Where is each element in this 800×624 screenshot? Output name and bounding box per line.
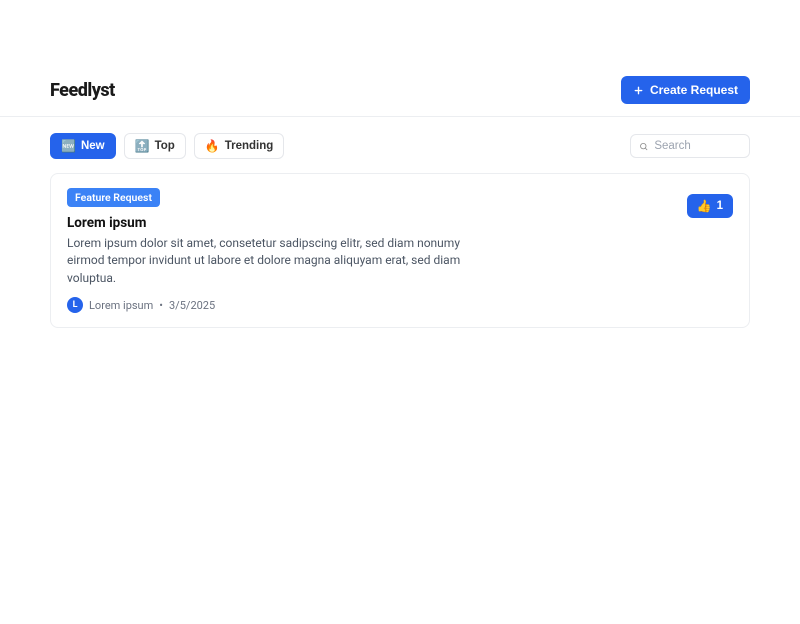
tab-top-label: Top (155, 140, 175, 152)
author-name: Lorem ipsum (89, 299, 153, 312)
card-meta: L Lorem ipsum • 3/5/2025 (67, 297, 671, 313)
search-box[interactable] (630, 134, 750, 158)
tab-new[interactable]: 🆕 New (50, 133, 116, 159)
upvote-count: 1 (717, 200, 723, 212)
tab-trending[interactable]: 🔥 Trending (194, 133, 285, 159)
avatar: L (67, 297, 83, 313)
card-main: Feature Request Lorem ipsum Lorem ipsum … (67, 188, 671, 313)
request-card[interactable]: Feature Request Lorem ipsum Lorem ipsum … (50, 173, 750, 328)
tab-new-label: New (81, 140, 105, 152)
upvote-button[interactable]: 👍 1 (687, 194, 733, 218)
search-input[interactable] (654, 140, 741, 152)
tab-trending-label: Trending (225, 140, 274, 152)
tabs: 🆕 New 🔝 Top 🔥 Trending (50, 133, 284, 159)
create-request-label: Create Request (650, 83, 738, 97)
create-request-button[interactable]: Create Request (621, 76, 750, 104)
brand-logo: Feedlyst (50, 80, 115, 101)
top-icon: 🔝 (135, 139, 150, 153)
plus-icon (633, 85, 644, 96)
category-badge: Feature Request (67, 188, 160, 207)
meta-separator: • (159, 299, 163, 312)
new-icon: 🆕 (61, 139, 76, 153)
post-date: 3/5/2025 (169, 299, 215, 312)
search-icon (639, 141, 648, 152)
thumbs-up-icon: 👍 (697, 199, 712, 213)
card-description: Lorem ipsum dolor sit amet, consetetur s… (67, 235, 477, 287)
filter-row: 🆕 New 🔝 Top 🔥 Trending (50, 133, 750, 159)
tab-top[interactable]: 🔝 Top (124, 133, 186, 159)
fire-icon: 🔥 (205, 139, 220, 153)
header-bar: Feedlyst Create Request (0, 64, 800, 117)
card-title: Lorem ipsum (67, 215, 671, 231)
